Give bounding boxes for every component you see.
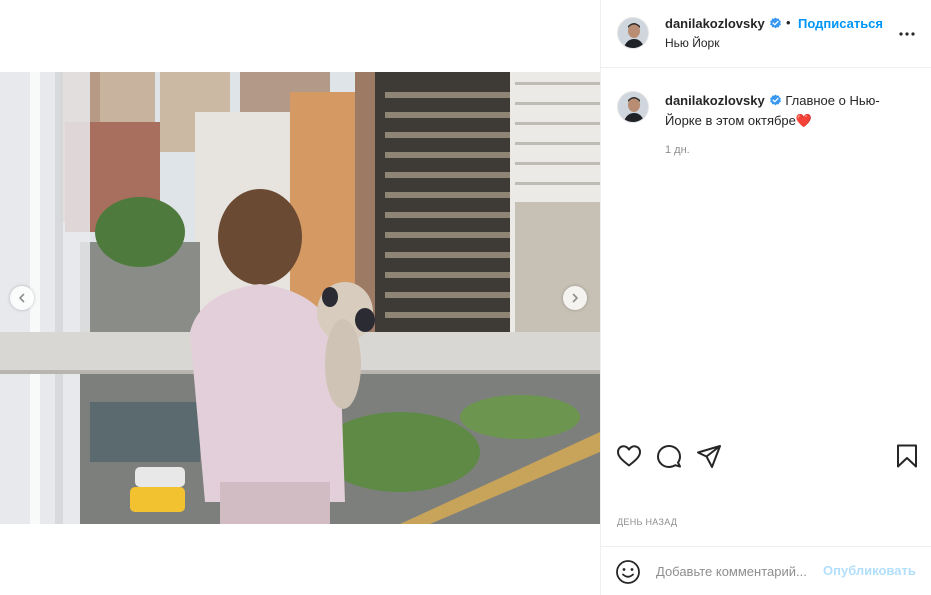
paper-plane-icon — [697, 445, 721, 468]
heart-icon — [617, 445, 641, 467]
location-link[interactable]: Нью Йорк — [665, 36, 719, 50]
chevron-right-icon — [572, 293, 578, 303]
more-options-icon — [899, 32, 915, 36]
heart-emoji-icon: ❤️ — [795, 113, 813, 128]
post-actions — [601, 440, 931, 472]
save-button[interactable] — [893, 442, 921, 470]
username-text[interactable]: danilakozlovsky — [665, 16, 765, 31]
avatar-portrait — [618, 92, 648, 122]
follow-button[interactable]: Подписаться — [798, 16, 883, 31]
post-photo[interactable] — [0, 72, 600, 524]
share-button[interactable] — [695, 442, 723, 470]
photo-illustration — [0, 72, 600, 524]
post-side-panel: danilakozlovsky • Подписаться Нью Йорк d… — [600, 0, 931, 595]
like-button[interactable] — [615, 442, 643, 470]
media-stage — [0, 0, 600, 595]
caption-avatar[interactable] — [617, 91, 649, 123]
caption-username[interactable]: danilakozlovsky — [665, 93, 765, 108]
header-username[interactable]: danilakozlovsky — [665, 16, 782, 33]
verified-badge-icon — [769, 94, 782, 112]
carousel-prev-button[interactable] — [10, 286, 34, 310]
post-date[interactable]: ДЕНЬ НАЗАД — [617, 517, 677, 527]
comment-bubble-icon — [657, 445, 681, 468]
separator-dot: • — [786, 15, 791, 30]
avatar[interactable] — [617, 17, 649, 49]
comment-button[interactable] — [655, 442, 683, 470]
carousel-next-button[interactable] — [563, 286, 587, 310]
smiley-icon — [616, 560, 640, 584]
bookmark-icon — [897, 444, 917, 468]
comment-input[interactable] — [656, 561, 824, 581]
publish-comment-button[interactable]: Опубликовать — [823, 563, 916, 578]
chevron-left-icon — [19, 293, 25, 303]
caption-timestamp: 1 дн. — [665, 144, 690, 156]
post-header: danilakozlovsky • Подписаться Нью Йорк — [601, 0, 931, 68]
add-comment-bar: Опубликовать — [601, 546, 931, 595]
verified-badge-icon — [769, 17, 782, 33]
more-options-button[interactable] — [897, 24, 917, 44]
avatar-portrait — [618, 18, 648, 48]
emoji-button[interactable] — [615, 559, 641, 585]
caption-text: danilakozlovsky Главное о Нью-Йорке в эт… — [665, 92, 915, 130]
